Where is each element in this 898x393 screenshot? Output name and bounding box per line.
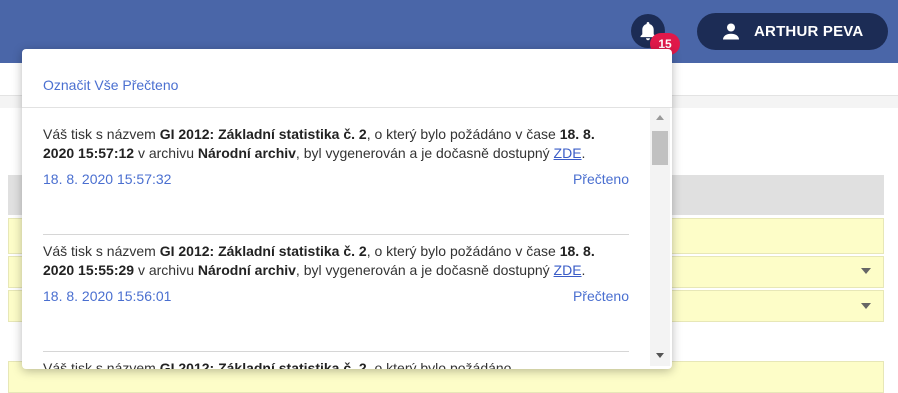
notification-item: Váš tisk s názvem GI 2012: Základní stat… (43, 125, 629, 193)
notification-message: Váš tisk s názvem GI 2012: Základní stat… (43, 359, 629, 369)
notification-date: 18. 8. 2020 15:57:32 (43, 171, 172, 187)
scroll-down-arrow-icon[interactable] (656, 353, 664, 358)
user-menu-button[interactable]: ARTHUR PEVA (697, 13, 888, 50)
notification-item: Váš tisk s názvem GI 2012: Základní stat… (43, 359, 629, 369)
notification-message: Váš tisk s názvem GI 2012: Základní stat… (43, 126, 595, 161)
scroll-up-arrow-icon[interactable] (656, 115, 664, 120)
read-status-button[interactable]: Přečteno (573, 171, 629, 187)
scrollbar-thumb[interactable] (652, 131, 668, 165)
mark-all-read-link[interactable]: Označit Vše Přečteno (43, 77, 178, 93)
notification-message: Váš tisk s názvem GI 2012: Základní stat… (43, 243, 595, 278)
notification-separator (43, 351, 629, 352)
notification-item: Váš tisk s názvem GI 2012: Základní stat… (43, 242, 629, 310)
archive-name: Národní archiv (197, 145, 296, 161)
dropdown-arrow-icon[interactable] (861, 303, 871, 309)
read-status-button[interactable]: Přečteno (573, 288, 629, 304)
notifications-panel: Označit Vše Přečteno Váš tisk s názvem G… (22, 49, 672, 369)
print-name: GI 2012: Základní statistika č. 2 (159, 360, 367, 369)
archive-name: Národní archiv (197, 262, 296, 278)
print-name: GI 2012: Základní statistika č. 2 (159, 126, 367, 142)
print-name: GI 2012: Základní statistika č. 2 (159, 243, 367, 259)
person-icon (723, 23, 739, 40)
notification-date: 18. 8. 2020 15:56:01 (43, 288, 172, 304)
download-link[interactable]: ZDE (554, 145, 582, 161)
notification-separator (43, 234, 629, 235)
user-name: ARTHUR PEVA (754, 23, 864, 40)
dropdown-arrow-icon[interactable] (861, 268, 871, 274)
download-link[interactable]: ZDE (554, 262, 582, 278)
notification-list[interactable]: Váš tisk s názvem GI 2012: Základní stat… (22, 108, 672, 369)
